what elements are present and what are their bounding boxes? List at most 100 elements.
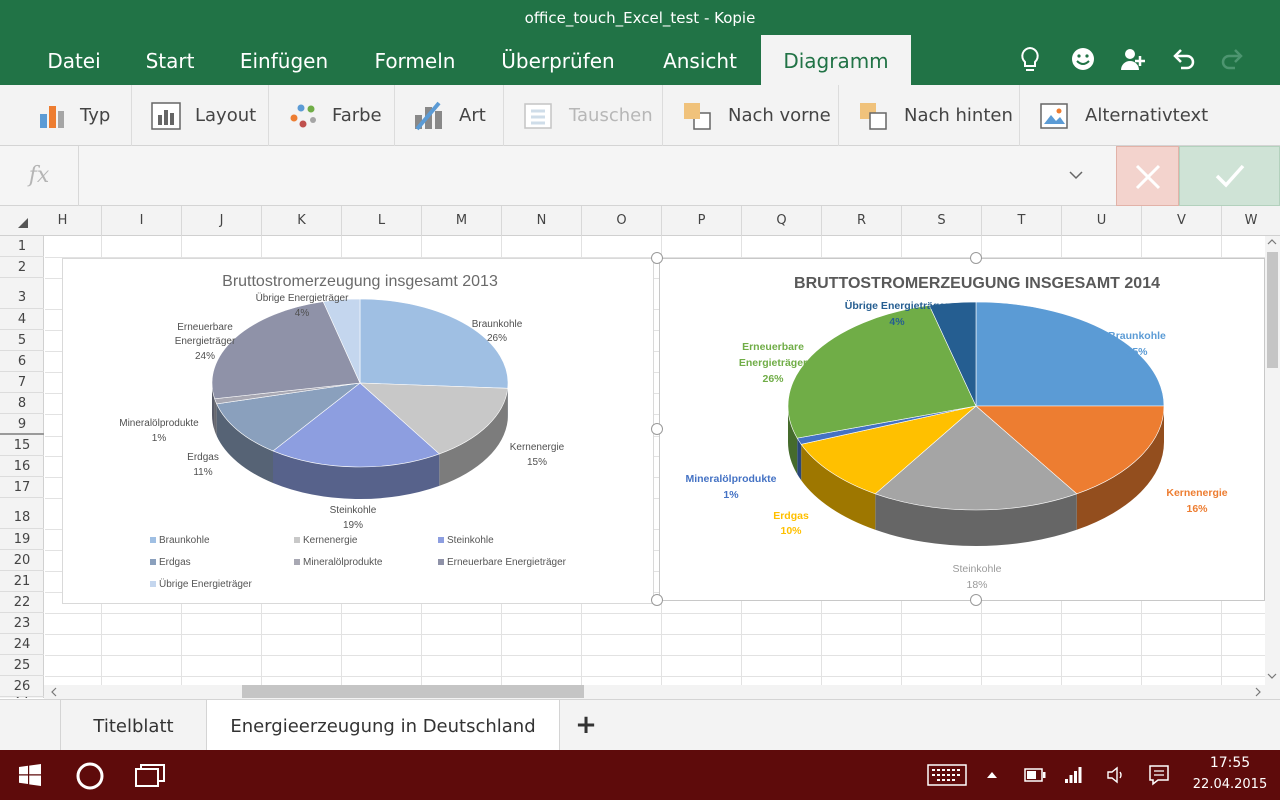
enter-button[interactable] — [1179, 146, 1280, 206]
scroll-left-icon[interactable] — [50, 687, 58, 697]
row-header-cell[interactable]: 18 — [0, 498, 44, 529]
row-header-cell[interactable]: 3 — [0, 278, 44, 309]
row-header-cell[interactable]: 15 — [0, 436, 44, 456]
row-header-cell[interactable]: 25 — [0, 655, 44, 676]
tab-datei[interactable]: Datei — [30, 35, 118, 85]
windows-start-icon[interactable] — [19, 764, 41, 786]
layout-button[interactable]: Layout — [151, 85, 256, 146]
horizontal-scrollbar[interactable] — [44, 685, 1280, 699]
scroll-up-icon[interactable] — [1267, 238, 1277, 246]
row-header-cell[interactable]: 22 — [0, 592, 44, 613]
row-header-cell[interactable]: 4 — [0, 309, 44, 330]
resize-handle-bottom[interactable] — [970, 594, 982, 606]
row-header-cell[interactable]: 21 — [0, 571, 44, 592]
row-header-cell[interactable]: 5 — [0, 330, 44, 351]
volume-icon[interactable] — [1106, 765, 1126, 785]
chart-2014[interactable]: BRUTTOSTROMERZEUGUNG INSGESAMT 2014 Brau… — [659, 258, 1265, 601]
column-header-cell[interactable]: N — [502, 206, 582, 236]
row-header-cell[interactable]: 7 — [0, 372, 44, 393]
sheet-tab-energieerzeugung[interactable]: Energieerzeugung in Deutschland — [206, 700, 560, 751]
chart-2013-slice-1[interactable] — [359, 298, 509, 389]
column-header-cell[interactable]: R — [822, 206, 902, 236]
chart-2013-value-braunkohle: 26% — [487, 333, 507, 344]
resize-handle-left[interactable] — [651, 423, 663, 435]
row-header-cell[interactable]: 27 — [0, 697, 44, 698]
tab-einfuegen[interactable]: Einfügen — [228, 35, 340, 85]
column-header-cell[interactable]: O — [582, 206, 662, 236]
chevron-down-icon[interactable] — [1068, 168, 1084, 182]
network-signal-icon[interactable] — [1064, 764, 1082, 784]
column-header-cell[interactable]: S — [902, 206, 982, 236]
column-header-cell[interactable]: P — [662, 206, 742, 236]
art-button[interactable]: Art — [413, 85, 486, 146]
nach-vorne-button[interactable]: Nach vorne — [682, 85, 831, 146]
add-sheet-button[interactable]: + — [566, 700, 606, 751]
clock-date[interactable]: 22.04.2015 — [1186, 777, 1274, 792]
sheet-tab-titelblatt[interactable]: Titelblatt — [60, 700, 206, 751]
legend-label-mineraloel: Mineralölprodukte — [303, 557, 383, 568]
chart-2013[interactable]: Bruttostromerzeugung insgesamt 2013 Brau… — [62, 258, 654, 604]
show-hidden-icons-icon[interactable] — [986, 770, 998, 780]
nach-hinten-button[interactable]: Nach hinten — [858, 85, 1013, 146]
row-header-cell[interactable]: 19 — [0, 529, 44, 550]
redo-icon[interactable] — [1220, 44, 1246, 74]
column-header-cell[interactable]: W — [1222, 206, 1280, 236]
battery-icon[interactable] — [1024, 766, 1046, 784]
column-header-cell[interactable]: U — [1062, 206, 1142, 236]
row-header-cell[interactable]: 8 — [0, 393, 44, 414]
legend-label-braunkohle: Braunkohle — [159, 535, 210, 546]
column-header-cell[interactable]: L — [342, 206, 422, 236]
scroll-right-icon[interactable] — [1254, 687, 1262, 697]
chart-2014-value-braunkohle: 25% — [1126, 346, 1148, 358]
row-header-cell[interactable]: 16 — [0, 456, 44, 477]
resize-handle-top-left[interactable] — [651, 252, 663, 264]
row-header-cell[interactable]: 24 — [0, 634, 44, 655]
chart-2014-value-uebrige: 4% — [889, 316, 905, 328]
typ-button[interactable]: Typ — [38, 85, 110, 146]
column-header-cell[interactable]: K — [262, 206, 342, 236]
row-header-cell[interactable]: 6 — [0, 351, 44, 372]
action-center-icon[interactable] — [1148, 764, 1170, 786]
chart-2014-value-kernenergie: 16% — [1186, 503, 1208, 515]
horizontal-scroll-thumb[interactable] — [242, 685, 584, 698]
column-header-cell[interactable]: V — [1142, 206, 1222, 236]
row-header-cell[interactable]: 2 — [0, 257, 44, 278]
column-header-cell[interactable]: J — [182, 206, 262, 236]
cortana-search-icon[interactable] — [75, 761, 105, 791]
resize-handle-bottom-left[interactable] — [651, 594, 663, 606]
tab-start[interactable]: Start — [130, 35, 210, 85]
row-header-cell[interactable]: 23 — [0, 613, 44, 634]
undo-icon[interactable] — [1170, 44, 1196, 74]
row-header-cell[interactable]: 20 — [0, 550, 44, 571]
formula-input[interactable] — [80, 146, 1116, 206]
row-header-cell[interactable]: 26 — [0, 676, 44, 697]
bring-forward-icon — [684, 102, 711, 130]
alternativtext-button[interactable]: Alternativtext — [1039, 85, 1208, 146]
tab-ueberpruefen[interactable]: Überprüfen — [488, 35, 628, 85]
column-header-cell[interactable]: Q — [742, 206, 822, 236]
tab-formeln[interactable]: Formeln — [358, 35, 472, 85]
row-header-cell[interactable]: 1 — [0, 236, 44, 257]
vertical-scroll-thumb[interactable] — [1267, 252, 1278, 368]
scroll-down-icon[interactable] — [1267, 672, 1277, 680]
clock-time[interactable]: 17:55 — [1190, 755, 1270, 771]
tab-diagramm[interactable]: Diagramm — [761, 35, 911, 85]
touch-keyboard-icon[interactable] — [927, 764, 967, 786]
row-header-cell[interactable]: 9 — [0, 414, 44, 435]
share-person-icon[interactable] — [1120, 44, 1146, 74]
task-view-icon[interactable] — [134, 763, 166, 789]
resize-handle-top[interactable] — [970, 252, 982, 264]
column-header-cell[interactable]: H — [24, 206, 102, 236]
column-header-cell[interactable]: I — [102, 206, 182, 236]
smiley-icon[interactable] — [1070, 44, 1096, 74]
cancel-button[interactable] — [1116, 146, 1179, 206]
tauschen-button[interactable]: Tauschen — [523, 85, 653, 146]
function-button[interactable]: fx — [0, 146, 79, 206]
farbe-button[interactable]: Farbe — [288, 85, 382, 146]
column-header-cell[interactable]: T — [982, 206, 1062, 236]
row-header-cell[interactable]: 17 — [0, 477, 44, 498]
tab-ansicht[interactable]: Ansicht — [648, 35, 752, 85]
column-header-cell[interactable]: M — [422, 206, 502, 236]
chart-2014-label-erdgas: Erdgas — [773, 510, 809, 522]
lightbulb-icon[interactable] — [1017, 44, 1043, 74]
